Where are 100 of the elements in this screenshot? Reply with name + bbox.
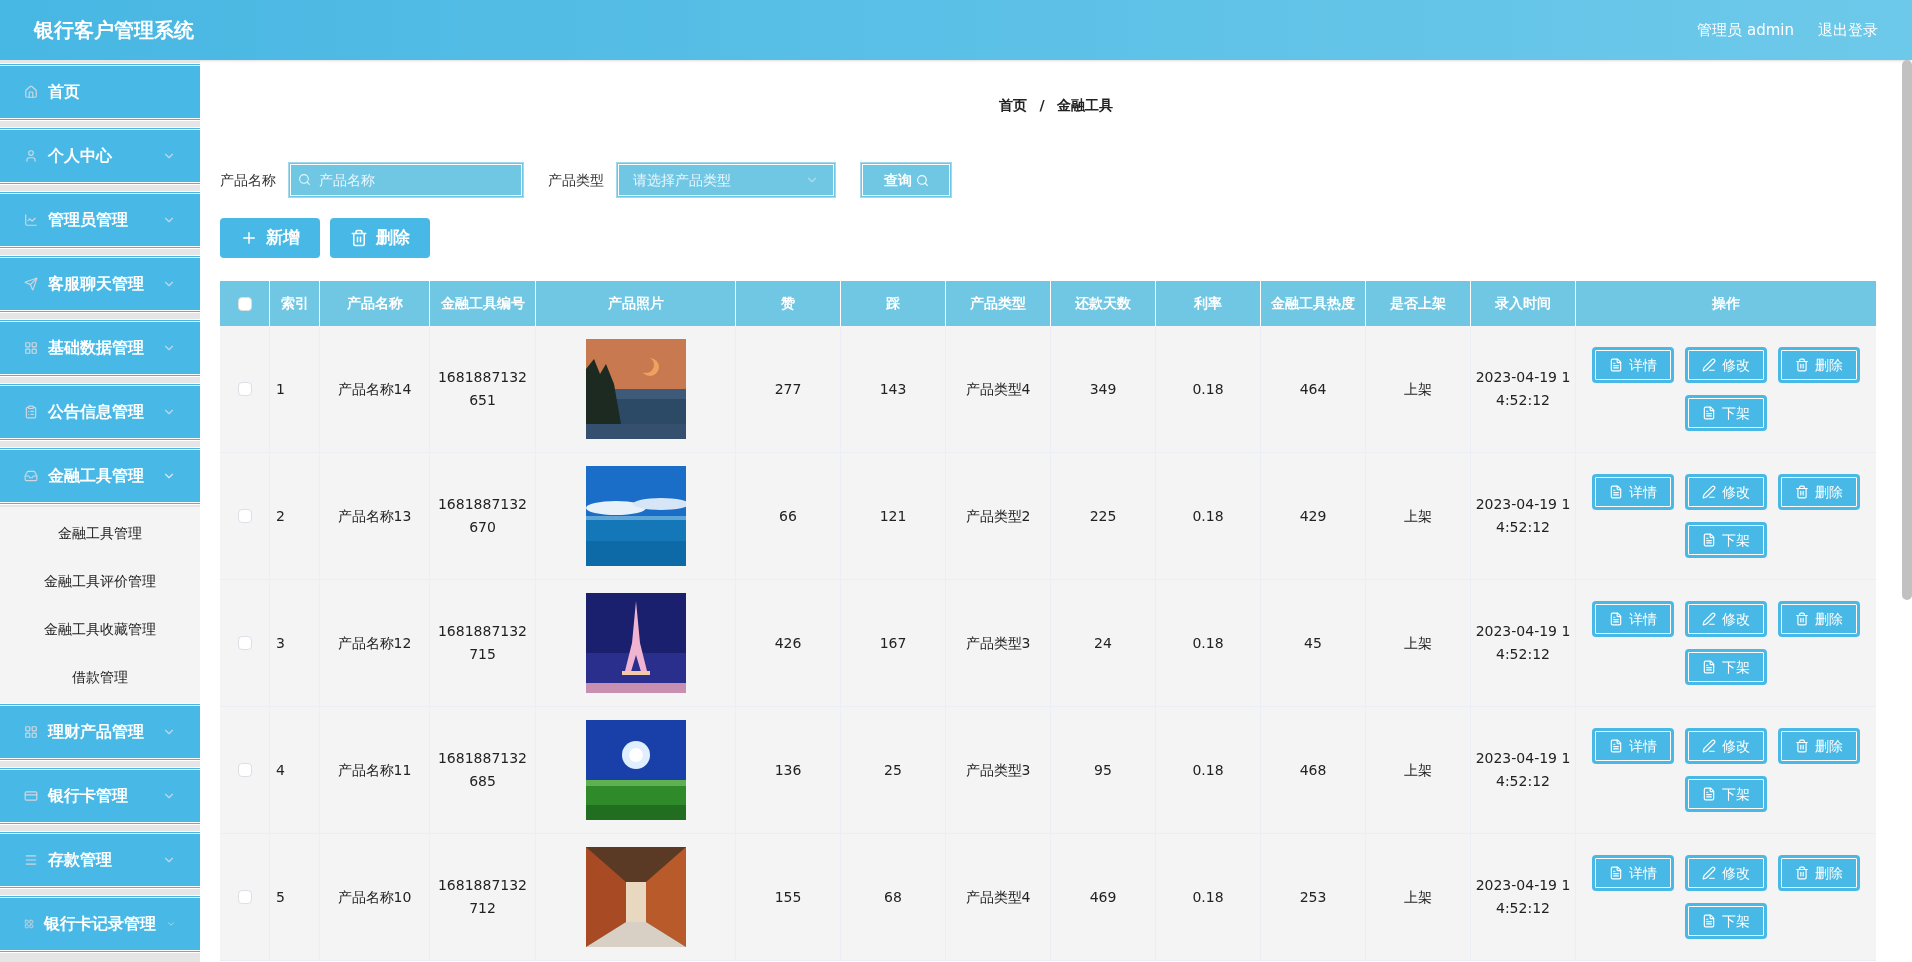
breadcrumb-link[interactable]: 首页 xyxy=(999,94,1028,116)
row-action-button[interactable]: 删除 xyxy=(1778,347,1860,383)
document-icon xyxy=(1702,787,1716,801)
table-cell-text: 2 xyxy=(275,506,286,526)
submenu-item[interactable]: 借款管理 xyxy=(0,653,200,701)
table-cell-text: 143 xyxy=(879,379,907,399)
submenu-item[interactable]: 金融工具评价管理 xyxy=(0,557,200,605)
column-header: 录入时间 xyxy=(1495,294,1551,313)
table-cell-text: 2023-04-19 14:52:12 xyxy=(1474,622,1572,664)
row-action-button[interactable]: 删除 xyxy=(1778,728,1860,764)
select-all-checkbox[interactable] xyxy=(237,296,252,311)
table-cell-text: 4 xyxy=(275,760,286,780)
row-checkbox[interactable] xyxy=(237,636,252,650)
row-action-button[interactable]: 详情 xyxy=(1592,347,1674,383)
table-cell-text: 2023-04-19 14:52:12 xyxy=(1474,495,1572,537)
breadcrumb-separator: / xyxy=(1039,95,1045,115)
row-action-button[interactable]: 下架 xyxy=(1685,395,1767,431)
table-cell-text: 5 xyxy=(275,887,286,907)
trash-icon xyxy=(1795,612,1809,626)
row-action-button[interactable]: 详情 xyxy=(1592,601,1674,637)
column-header: 产品名称 xyxy=(346,294,403,313)
table-cell-text: 1681887132715 xyxy=(437,622,528,664)
sidebar-item[interactable]: 首页 xyxy=(0,63,200,121)
card-icon xyxy=(24,789,38,803)
sidebar-item[interactable]: 银行卡管理 xyxy=(0,767,200,825)
document-icon xyxy=(1702,914,1716,928)
row-checkbox[interactable] xyxy=(237,890,252,904)
document-icon xyxy=(1702,660,1716,674)
type-select[interactable]: 请选择产品类型 xyxy=(616,162,836,198)
sidebar-item[interactable]: 理财产品管理 xyxy=(0,703,200,761)
column-header: 赞 xyxy=(781,294,795,313)
row-action-button[interactable]: 下架 xyxy=(1685,903,1767,939)
row-action-button[interactable]: 修改 xyxy=(1685,601,1767,637)
table-cell-text: 25 xyxy=(884,760,902,780)
submenu-item[interactable]: 金融工具收藏管理 xyxy=(0,605,200,653)
submenu-item[interactable]: 金融工具管理 xyxy=(0,509,200,557)
sidebar-item[interactable]: 基础数据管理 xyxy=(0,319,200,377)
row-action-button[interactable]: 修改 xyxy=(1685,474,1767,510)
row-action-button[interactable]: 下架 xyxy=(1685,522,1767,558)
table-cell-text: 95 xyxy=(1094,760,1112,780)
tray-icon xyxy=(24,469,38,483)
sidebar-item[interactable]: 银行卡记录管理 xyxy=(0,895,200,953)
column-header: 利率 xyxy=(1194,294,1222,313)
column-header: 操作 xyxy=(1712,294,1740,313)
table-cell-text: 155 xyxy=(774,887,802,907)
query-button[interactable]: 查询 xyxy=(860,162,952,198)
sidebar-item[interactable]: 个人中心 xyxy=(0,127,200,185)
row-action-button[interactable]: 删除 xyxy=(1778,855,1860,891)
row-action-button[interactable]: 删除 xyxy=(1778,601,1860,637)
field-label: 产品名称 xyxy=(220,170,276,190)
table-cell-text: 0.18 xyxy=(1192,379,1224,399)
table-cell-text: 349 xyxy=(1089,379,1117,399)
table-cell-text: 1 xyxy=(275,379,286,399)
table-cell-text: 0.18 xyxy=(1192,887,1224,907)
document-icon xyxy=(1702,406,1716,420)
table-cell-text: 产品类型3 xyxy=(965,760,1031,780)
row-checkbox[interactable] xyxy=(237,382,252,396)
search-icon xyxy=(915,173,929,187)
table-cell-text: 0.18 xyxy=(1192,760,1224,780)
search-icon xyxy=(298,173,311,186)
row-checkbox[interactable] xyxy=(237,509,252,523)
row-action-button[interactable]: 详情 xyxy=(1592,855,1674,891)
table-cell-text: 2023-04-19 14:52:12 xyxy=(1474,749,1572,791)
table-cell-text: 24 xyxy=(1094,633,1112,653)
logout-link[interactable]: 退出登录 xyxy=(1818,18,1878,42)
table-cell-text: 产品名称13 xyxy=(337,506,412,526)
sidebar-item[interactable]: 客服聊天管理 xyxy=(0,255,200,313)
row-action-button[interactable]: 下架 xyxy=(1685,776,1767,812)
row-action-button[interactable]: 删除 xyxy=(1778,474,1860,510)
table-cell-text: 0.18 xyxy=(1192,633,1224,653)
row-action-button[interactable]: 修改 xyxy=(1685,728,1767,764)
table-cell-text: 2023-04-19 14:52:12 xyxy=(1474,368,1572,410)
row-checkbox[interactable] xyxy=(237,763,252,777)
paper-plane-icon xyxy=(24,277,38,291)
breadcrumb-link[interactable]: 金融工具 xyxy=(1056,94,1113,116)
clipboard-icon xyxy=(24,405,38,419)
row-action-button[interactable]: 修改 xyxy=(1685,347,1767,383)
delete-button[interactable]: 删除 xyxy=(330,218,430,258)
sidebar-item[interactable]: 金融工具管理 xyxy=(0,447,200,505)
add-button[interactable]: 新增 xyxy=(220,218,320,258)
table-cell-text: 上架 xyxy=(1404,379,1432,399)
table-cell-text: 121 xyxy=(879,506,907,526)
row-action-button[interactable]: 详情 xyxy=(1592,474,1674,510)
sidebar-item[interactable]: 存款管理 xyxy=(0,831,200,889)
row-action-button[interactable]: 详情 xyxy=(1592,728,1674,764)
table-cell-text: 上架 xyxy=(1404,760,1432,780)
trash-icon xyxy=(1795,485,1809,499)
table-cell-text: 66 xyxy=(779,506,797,526)
home-icon xyxy=(24,85,38,99)
row-action-button[interactable]: 修改 xyxy=(1685,855,1767,891)
row-action-button[interactable]: 下架 xyxy=(1685,649,1767,685)
field-label: 产品类型 xyxy=(548,170,604,190)
user-label: 管理员 admin xyxy=(1697,19,1794,41)
sidebar-item[interactable]: 公告信息管理 xyxy=(0,383,200,441)
column-header: 产品类型 xyxy=(970,294,1026,313)
table-cell-text: 1681887132670 xyxy=(437,495,528,537)
column-header: 还款天数 xyxy=(1075,294,1131,313)
sidebar-item[interactable]: 管理员管理 xyxy=(0,191,200,249)
search-field[interactable]: 产品名称 xyxy=(288,162,524,198)
table-cell-text: 产品类型4 xyxy=(965,887,1031,907)
